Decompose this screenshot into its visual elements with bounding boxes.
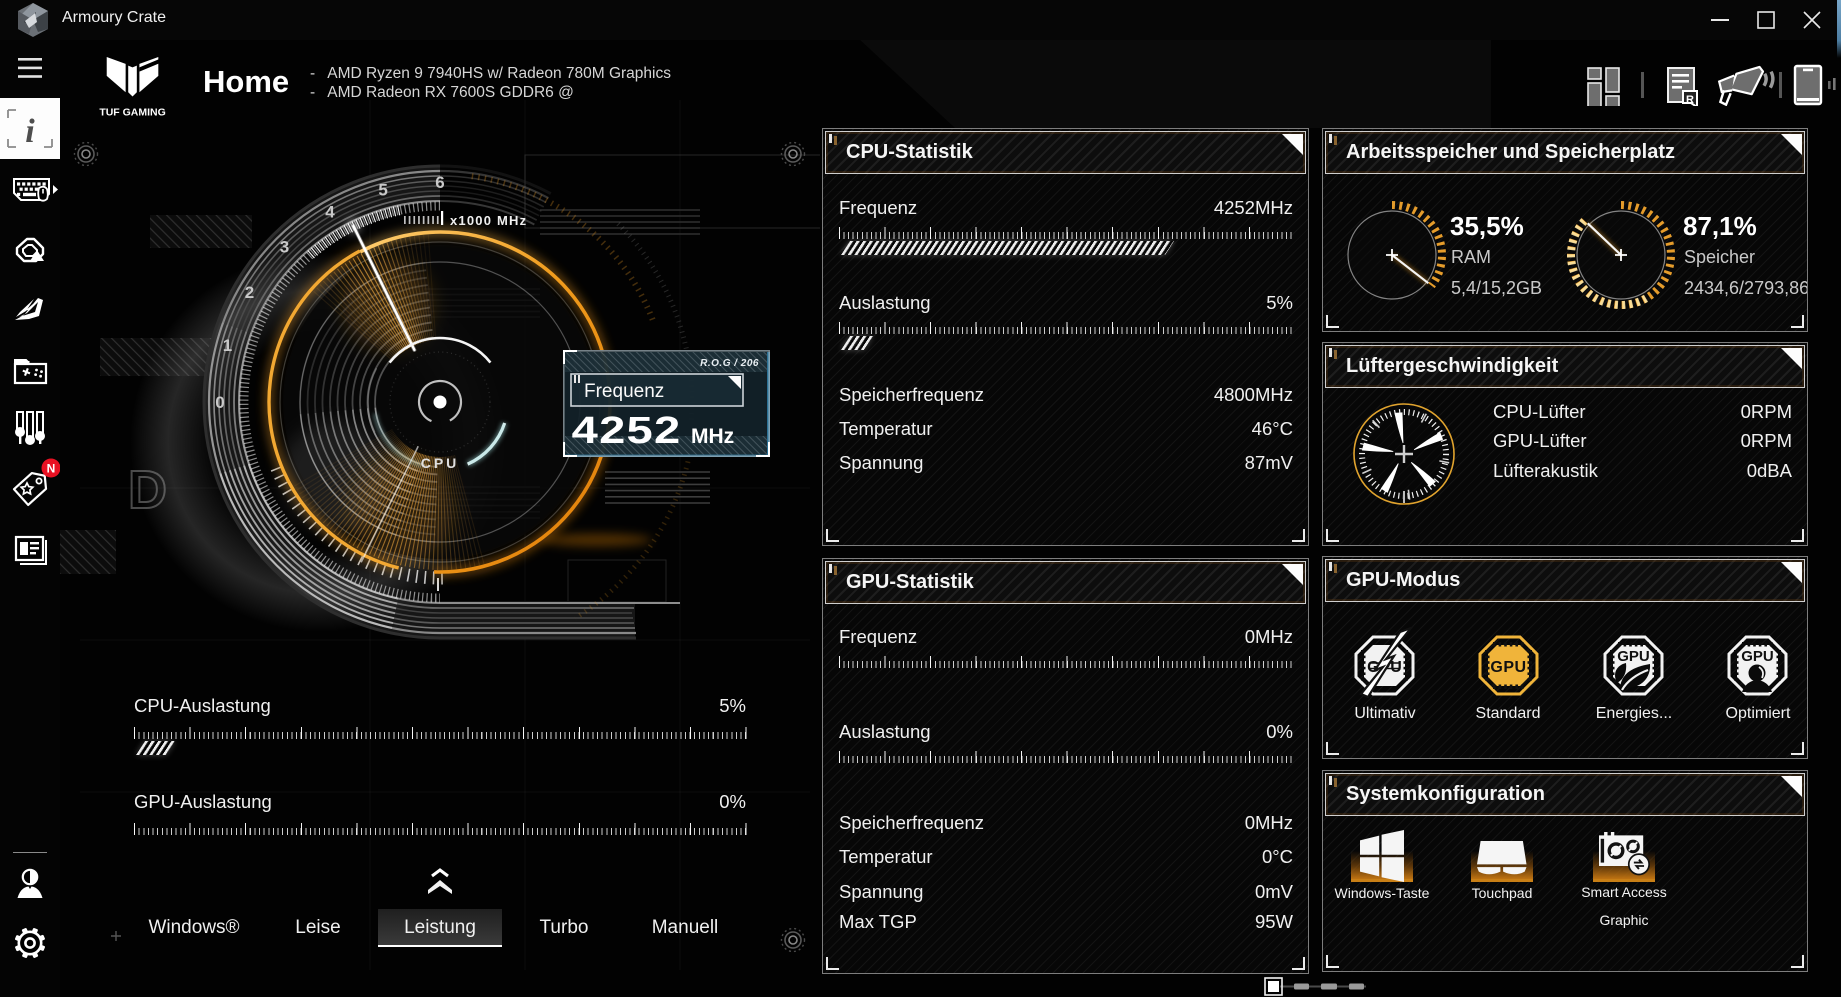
svg-text:GPU: GPU xyxy=(1617,648,1650,665)
svg-text:x1000 MHz: x1000 MHz xyxy=(450,213,527,228)
svg-text:GPU: GPU xyxy=(1741,648,1774,665)
svg-text:5: 5 xyxy=(378,181,387,200)
svg-text:2: 2 xyxy=(245,283,254,302)
svg-text:3: 3 xyxy=(280,237,289,256)
svg-text:6: 6 xyxy=(435,173,444,192)
svg-text:0: 0 xyxy=(215,393,224,412)
svg-text:1: 1 xyxy=(223,336,232,355)
svg-text:4252: 4252 xyxy=(572,409,682,452)
svg-text:N: N xyxy=(47,462,56,476)
svg-text:R.O.G / 206: R.O.G / 206 xyxy=(700,358,759,369)
svg-text:GPU: GPU xyxy=(1490,659,1526,676)
svg-text:Frequenz: Frequenz xyxy=(584,381,664,402)
svg-text:CPU: CPU xyxy=(421,455,460,471)
svg-text:i: i xyxy=(25,113,35,150)
svg-text:R: R xyxy=(1686,94,1694,106)
svg-text:4: 4 xyxy=(325,202,335,221)
svg-text:MHz: MHz xyxy=(691,425,734,448)
